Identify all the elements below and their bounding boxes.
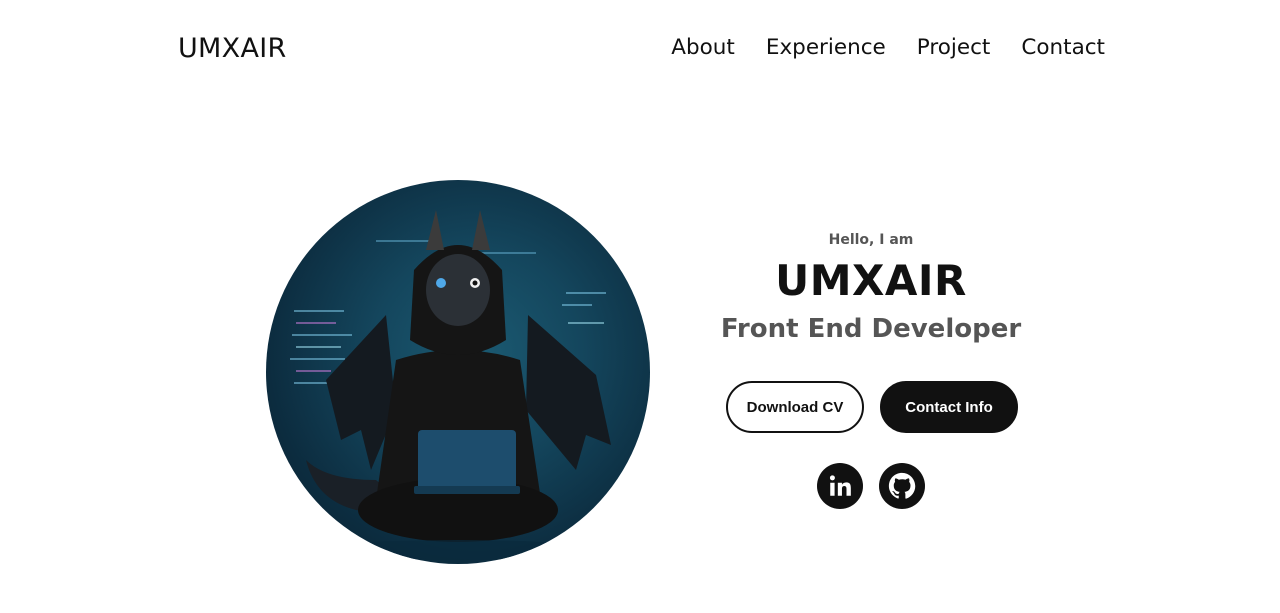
profile-name: UMXAIR [775,256,967,305]
github-glyph [888,472,916,499]
linkedin-icon[interactable] [817,463,863,509]
nav-link-project[interactable]: Project [917,35,991,60]
linkedin-glyph [829,475,851,496]
github-icon[interactable] [879,463,925,509]
profile-text: Hello, I am UMXAIR Front End Developer [700,232,1042,344]
profile-title: Front End Developer [720,314,1022,345]
site-logo[interactable]: UMXAIR [178,33,287,64]
greeting-text: Hello, I am [828,232,914,248]
nav-link-about[interactable]: About [671,35,735,60]
contact-info-button[interactable]: Contact Info [880,381,1018,433]
nav-links: About Experience Project Contact [671,35,1105,60]
social-links [817,463,925,509]
nav-link-contact[interactable]: Contact [1021,35,1105,60]
navbar: UMXAIR About Experience Project Contact [0,0,1280,100]
dragon-illustration [290,210,611,560]
profile-picture [266,180,650,564]
download-cv-button[interactable]: Download CV [726,381,864,433]
nav-link-experience[interactable]: Experience [766,35,886,60]
button-group: Download CV Contact Info [726,381,1018,433]
